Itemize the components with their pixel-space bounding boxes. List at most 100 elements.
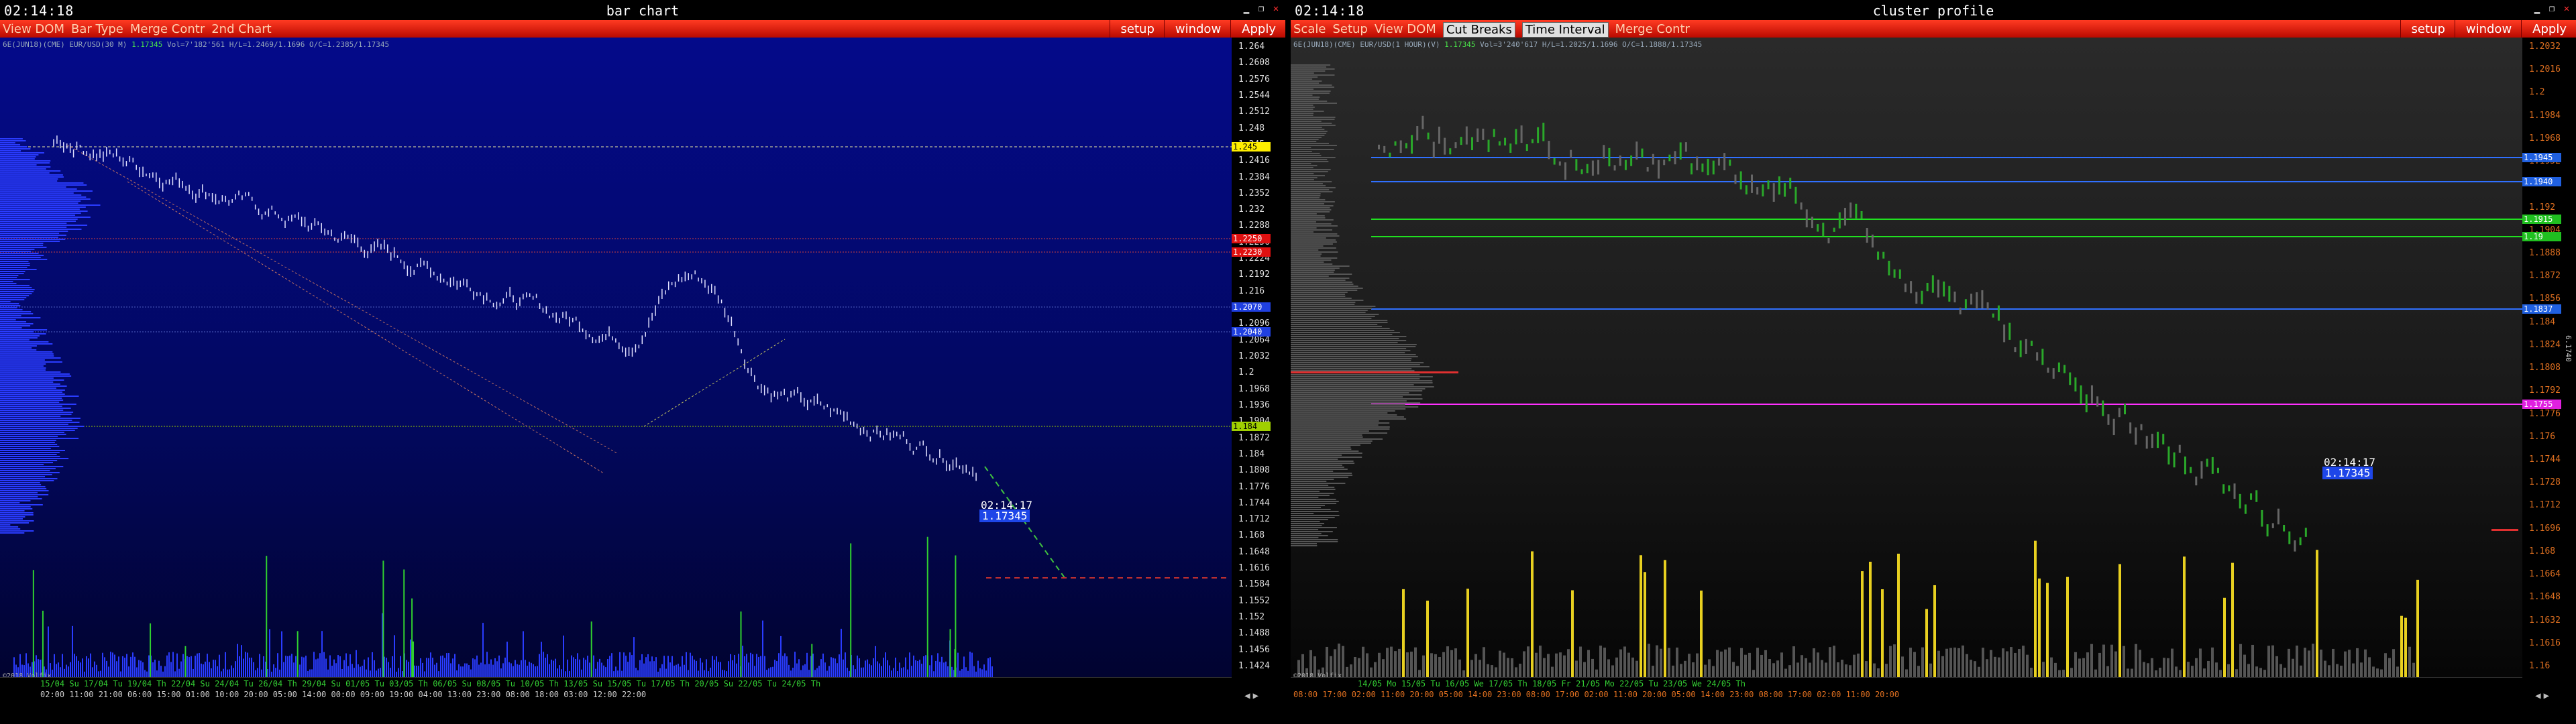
volume-bar — [873, 658, 874, 677]
volume-profile-bar — [0, 504, 43, 505]
menu-view-dom[interactable]: View DOM — [3, 22, 64, 36]
volume-profile-bar — [0, 311, 32, 312]
price-tick-label: 1.1488 — [1238, 628, 1270, 639]
volume-profile-bar — [0, 206, 86, 208]
volume-profile-bar — [1291, 201, 1335, 202]
price-level-label[interactable]: 1.1915 — [2522, 215, 2561, 224]
volume-bar — [1869, 561, 1872, 677]
volume-profile-bar — [0, 355, 54, 357]
window-titlebar[interactable]: 02:14:18 cluster profile ▁ ❐ ✕ — [1291, 0, 2576, 20]
volume-bar — [2167, 658, 2169, 677]
menu-merge-contr[interactable]: Merge Contr — [1615, 22, 1690, 38]
volume-bar — [1768, 659, 1771, 677]
price-level-label[interactable]: 1.1837 — [2522, 304, 2561, 314]
volume-bar — [2364, 649, 2367, 677]
cluster-bar — [1811, 217, 1813, 229]
price-level-label[interactable]: 1.1945 — [2522, 153, 2561, 162]
volume-profile-bar — [0, 291, 34, 292]
volume-bar — [788, 664, 790, 677]
apply-button[interactable]: Apply — [2521, 20, 2576, 38]
window-button[interactable]: window — [1163, 20, 1230, 38]
close-icon[interactable]: ✕ — [2561, 3, 2572, 14]
menu-scale[interactable]: Scale — [1293, 22, 1326, 38]
menu-2nd-chart[interactable]: 2nd Chart — [211, 22, 271, 36]
close-icon[interactable]: ✕ — [1271, 3, 1281, 14]
price-level-label[interactable]: 1.245 — [1232, 142, 1271, 152]
scroll-right-icon[interactable]: ▶ — [2544, 690, 2549, 701]
price-level-label[interactable]: 1.2250 — [1232, 234, 1271, 243]
volume-bar — [714, 660, 715, 677]
restore-icon[interactable]: ❐ — [1256, 3, 1267, 14]
last-price: 1.17345 — [131, 40, 163, 49]
volume-profile-bar — [1291, 125, 1336, 126]
menu-view-dom[interactable]: View DOM — [1375, 22, 1436, 38]
volume-bar — [1555, 653, 1558, 677]
volume-bar — [525, 660, 526, 677]
price-level-label[interactable]: 1.184 — [1232, 422, 1271, 431]
price-level-label[interactable]: 1.2040 — [1232, 327, 1271, 337]
volume-profile-bar — [0, 508, 33, 509]
restore-icon[interactable]: ❐ — [2546, 3, 2557, 14]
scroll-controls[interactable]: ◀ ▶ — [1244, 690, 1258, 701]
menu-time-interval[interactable]: Time Interval — [1521, 22, 1609, 38]
apply-button[interactable]: Apply — [1230, 20, 1285, 38]
price-chart-area[interactable] — [0, 38, 1232, 677]
volume-bar — [611, 653, 612, 677]
volume-bar — [577, 653, 578, 677]
scroll-left-icon[interactable]: ◀ — [1244, 690, 1250, 701]
volume-bar — [521, 660, 522, 677]
volume-profile-bar — [1291, 294, 1346, 295]
price-axis[interactable]: 1.264 1.2608 1.2576 1.2544 1.2512 1.248 1.245 1… — [1232, 38, 1285, 677]
menu-cut-breaks[interactable]: Cut Breaks — [1442, 22, 1515, 38]
volume-profile-bar — [0, 512, 34, 514]
window-titlebar[interactable]: 02:14:18 bar chart ▁ ❐ ✕ — [0, 0, 1285, 20]
cluster-bar — [2200, 461, 2203, 479]
volume-bar — [2123, 646, 2125, 677]
scroll-controls[interactable]: ◀ ▶ — [2535, 690, 2549, 701]
volume-bar — [782, 656, 784, 677]
volume-bar — [667, 656, 669, 677]
price-level-label[interactable]: 1.19 — [2522, 232, 2561, 241]
volume-profile-bar — [0, 367, 46, 369]
volume-bar — [744, 656, 745, 677]
setup-button[interactable]: setup — [1109, 20, 1164, 38]
price-level-label[interactable]: 1.2070 — [1232, 302, 1271, 312]
volume-bar — [1805, 658, 1807, 677]
menu-setup[interactable]: Setup — [1332, 22, 1367, 38]
window-button[interactable]: window — [2454, 20, 2521, 38]
volume-profile-bar — [1291, 481, 1327, 482]
scroll-right-icon[interactable]: ▶ — [1253, 690, 1258, 701]
volume-profile-bar — [0, 528, 21, 530]
price-level-label[interactable]: 1.1755 — [2522, 400, 2561, 409]
volume-profile-bar — [0, 502, 20, 503]
price-level-label[interactable]: 1.2230 — [1232, 247, 1271, 257]
volume-profile-bar — [0, 349, 37, 351]
cluster-chart-area[interactable] — [1291, 38, 2522, 677]
volume-profile-bar — [1291, 358, 1412, 359]
volume-bar — [1354, 656, 1356, 677]
cluster-bar — [1383, 145, 1386, 153]
price-level-label[interactable]: 1.1940 — [2522, 177, 2561, 186]
menu-bar-type[interactable]: Bar Type — [71, 22, 123, 36]
time-axis[interactable]: 15/04 Su 17/04 Tu 19/04 Th 22/04 Su 24/0… — [0, 677, 1232, 705]
volume-bar — [2416, 579, 2419, 677]
volume-bar — [209, 662, 210, 677]
minimize-icon[interactable]: ▁ — [2532, 3, 2542, 14]
volume-profile-bar — [0, 426, 84, 427]
cluster-bar — [2277, 508, 2279, 525]
menu-merge-contr[interactable]: Merge Contr — [130, 22, 205, 36]
volume-bar — [933, 671, 934, 677]
volume-bar — [420, 658, 421, 677]
price-tick-label: 1.184 — [1238, 448, 1265, 459]
volume-profile-bar — [1291, 446, 1351, 448]
scroll-left-icon[interactable]: ◀ — [2535, 690, 2540, 701]
volume-bar — [2360, 662, 2363, 677]
volume-profile-bar — [0, 500, 31, 501]
setup-button[interactable]: setup — [2400, 20, 2455, 38]
cluster-bar — [1926, 282, 1929, 292]
minimize-icon[interactable]: ▁ — [1241, 3, 1252, 14]
volume-bar — [1462, 670, 1465, 677]
cluster-bar — [1762, 184, 1764, 197]
volume-bar — [945, 661, 947, 677]
time-axis[interactable]: 14/05 Mo 15/05 Tu 16/05 We 17/05 Th 18/0… — [1291, 677, 2522, 705]
